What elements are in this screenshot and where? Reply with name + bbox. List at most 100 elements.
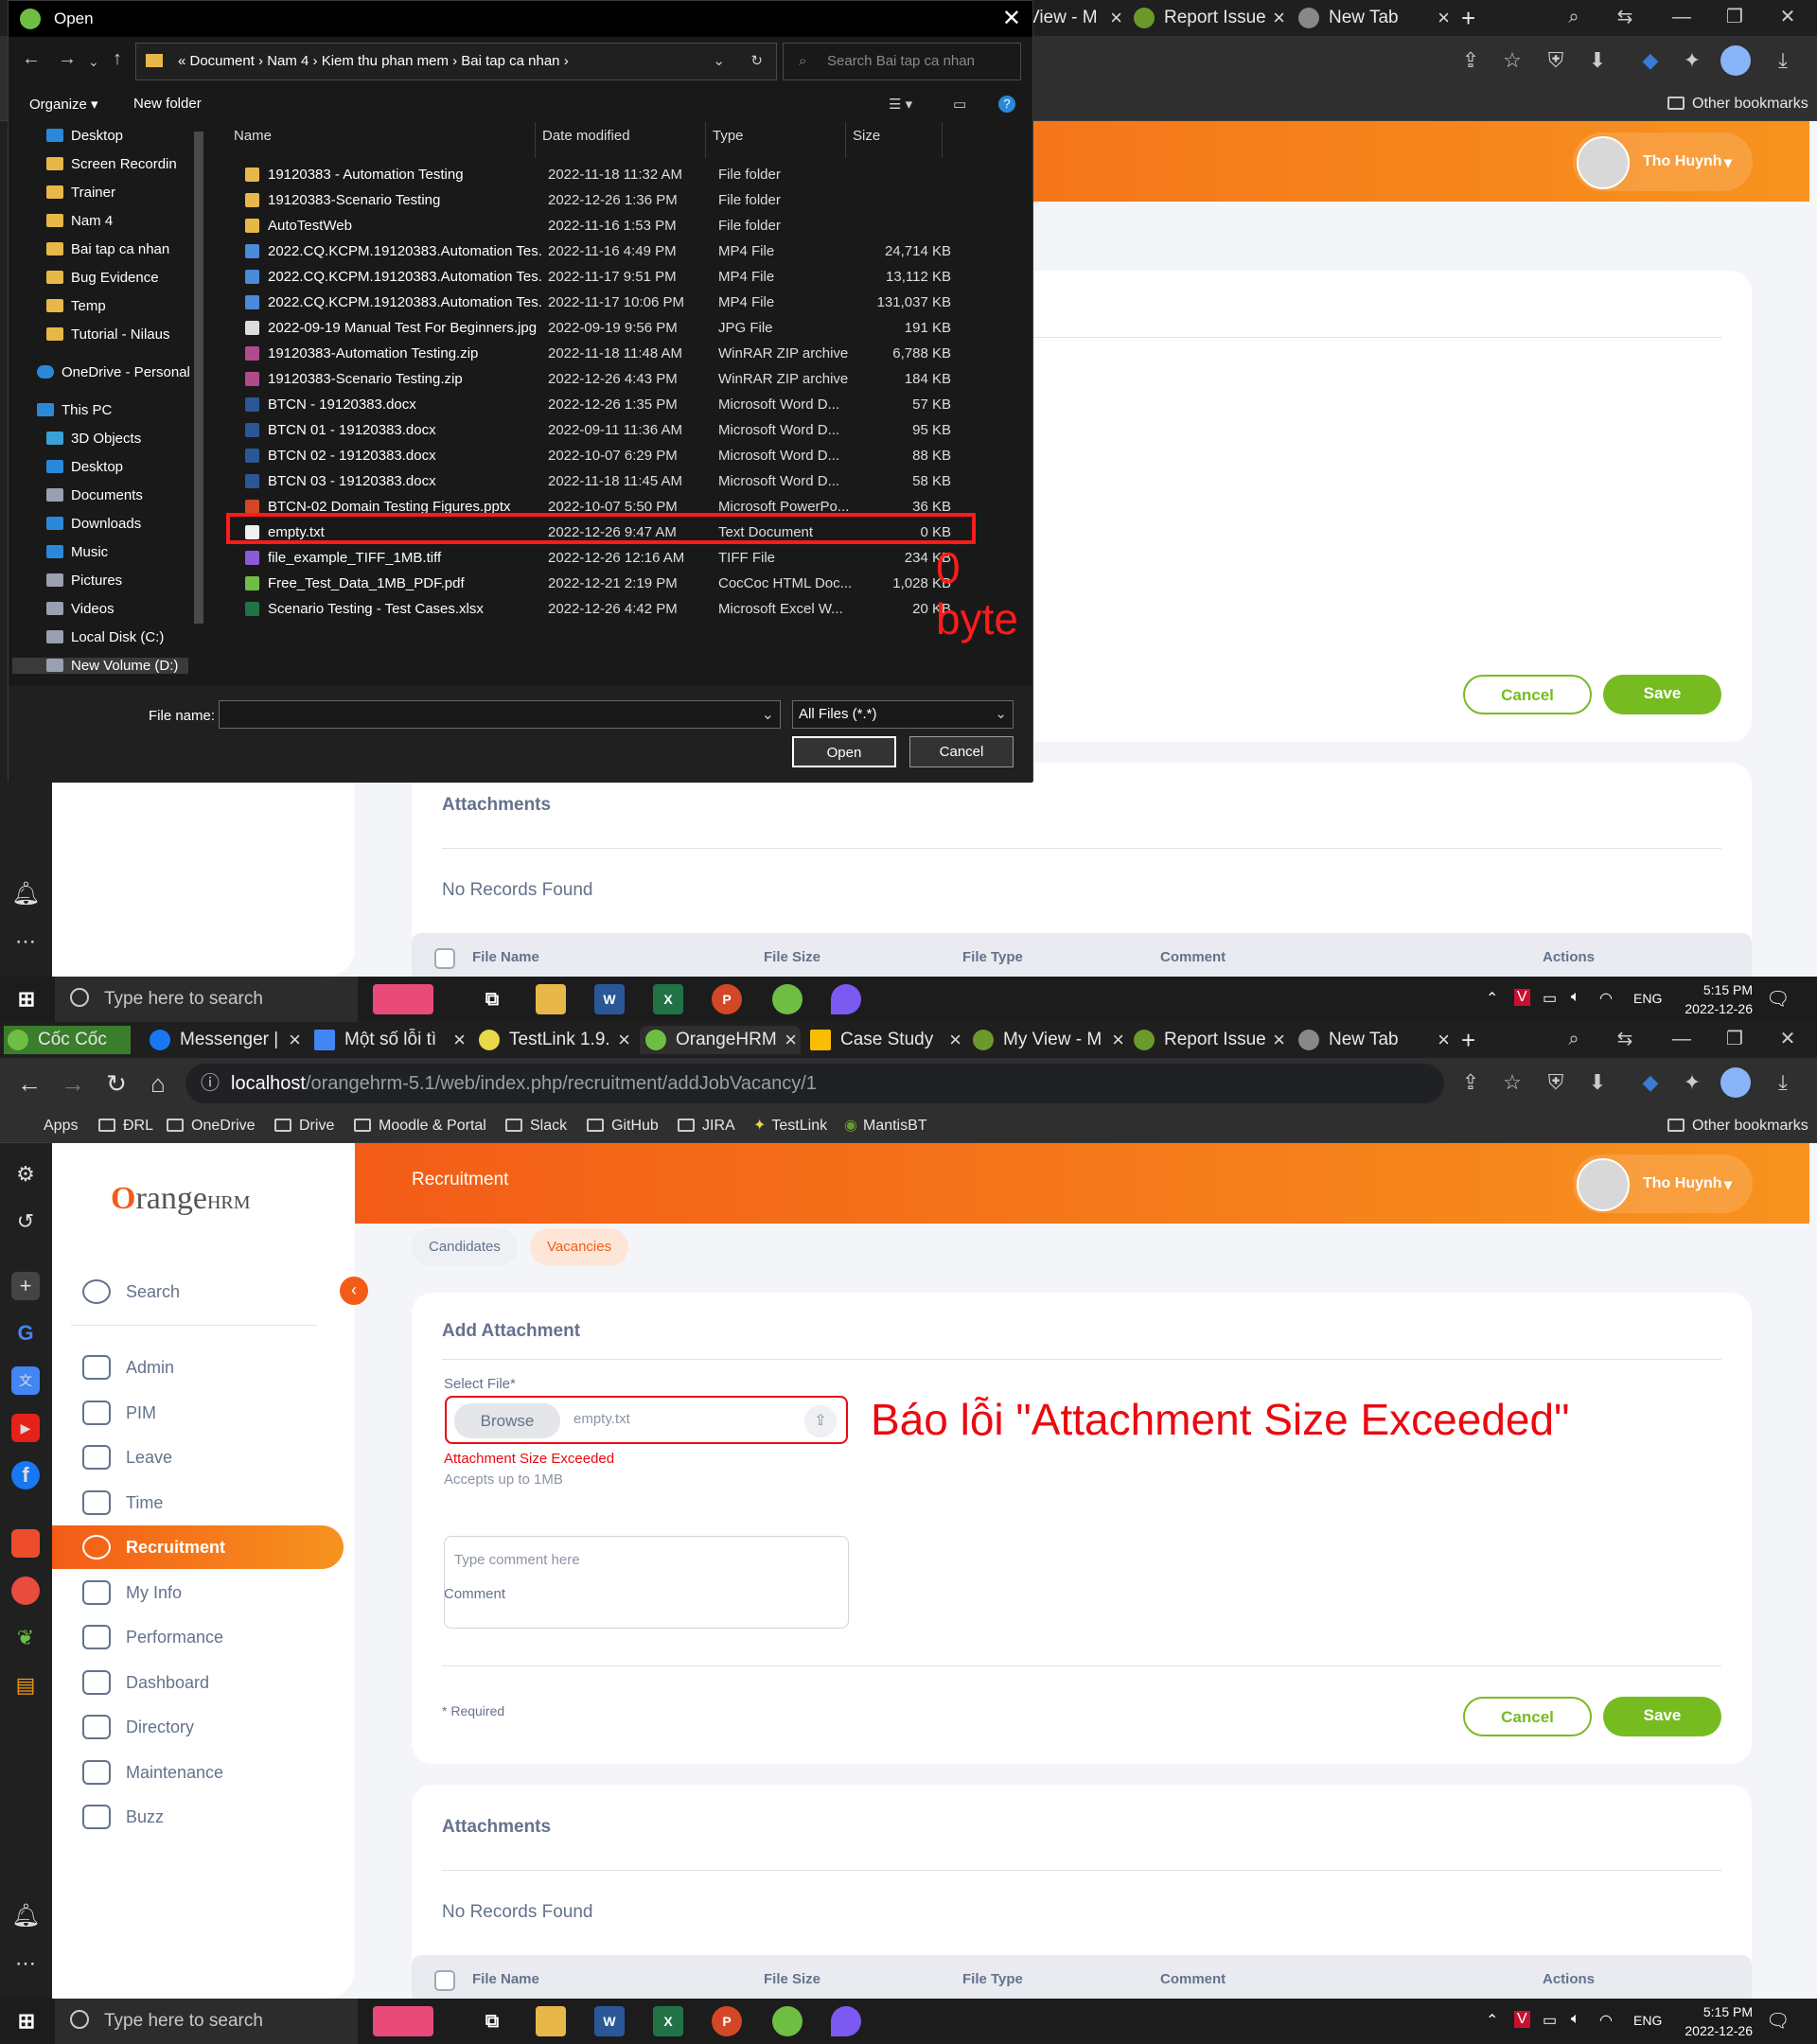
tree-item-onedrive[interactable]: OneDrive - Personal <box>37 364 190 380</box>
file-row[interactable]: 2022.CQ.KCPM.19120383.Automation Tes... 2… <box>232 290 970 315</box>
address-bar[interactable]: ⓘ localhost/orangehrm-5.1/web/index.php/r… <box>185 1064 1444 1103</box>
file-row[interactable]: 19120383-Scenario Testing.zip 2022-12-26 … <box>232 366 970 392</box>
language-indicator[interactable]: ENG <box>1633 991 1662 1006</box>
close-window-icon[interactable]: ✕ <box>1766 1022 1809 1058</box>
close-icon[interactable]: × <box>618 1026 630 1054</box>
new-tab-button[interactable]: + <box>1461 4 1490 32</box>
sidebar-item-admin[interactable]: Admin <box>71 1346 362 1389</box>
sidebar-item-recruitment[interactable]: Recruitment <box>52 1525 344 1569</box>
file-explorer-icon[interactable] <box>536 984 566 1014</box>
refresh-icon[interactable]: ↻ <box>750 44 763 79</box>
sidebar-item-leave[interactable]: Leave <box>71 1436 362 1479</box>
tree-item-temp[interactable]: Temp <box>46 298 106 314</box>
file-row[interactable]: 19120383-Scenario Testing 2022-12-26 1:36… <box>232 187 970 213</box>
help-icon[interactable]: ? <box>998 96 1015 113</box>
downloads-icon[interactable]: ⤓ <box>1768 45 1798 76</box>
wifi-icon[interactable]: ◠ <box>1599 989 1613 1008</box>
file-row[interactable]: BTCN 01 - 19120383.docx 2022-09-11 11:36 … <box>232 417 970 443</box>
tab-coccoc[interactable]: Cốc Cốc <box>4 1026 131 1054</box>
notification-icon[interactable]: 🗨︎ <box>1766 2009 1790 2033</box>
youtube-icon[interactable]: ▶ <box>11 1414 40 1442</box>
wifi-icon[interactable]: ◠ <box>1599 2011 1613 2030</box>
word-icon[interactable]: W <box>594 2006 625 2036</box>
collapse-sidebar-button[interactable]: ‹ <box>340 1277 368 1305</box>
file-row[interactable]: BTCN - 19120383.docx 2022-12-26 1:35 PM Mi… <box>232 392 970 417</box>
file-row[interactable]: Free_Test_Data_1MB_PDF.pdf 2022-12-21 2:1… <box>232 571 970 596</box>
close-icon[interactable]: × <box>1112 1026 1124 1054</box>
shield-icon[interactable]: ⛨ <box>1541 45 1571 76</box>
bookmark-mantisbt[interactable]: ◉ MantisBT <box>844 1115 927 1137</box>
shopee-icon[interactable] <box>11 1529 40 1558</box>
share-icon[interactable]: ⇪ <box>1455 1067 1486 1098</box>
tree-item-bai-tap[interactable]: Bai tap ca nhan <box>46 241 169 257</box>
file-row[interactable]: 19120383-Automation Testing.zip 2022-11-1… <box>232 341 970 366</box>
select-all-checkbox[interactable] <box>434 1970 455 1991</box>
close-window-icon[interactable]: ✕ <box>1766 0 1809 36</box>
tree-item-videos[interactable]: Videos <box>46 601 115 617</box>
file-explorer-icon[interactable] <box>536 2006 566 2036</box>
tree-item-bug-evidence[interactable]: Bug Evidence <box>46 270 159 286</box>
sidebar-item-buzz[interactable]: Buzz <box>71 1795 362 1839</box>
leaf-icon[interactable]: ❦ <box>11 1624 40 1652</box>
antivirus-icon[interactable]: V <box>1514 2011 1530 2028</box>
bitwarden-icon[interactable]: ◆ <box>1635 45 1666 76</box>
app-icon[interactable] <box>11 1577 40 1605</box>
bitwarden-icon[interactable]: ◆ <box>1635 1067 1666 1098</box>
select-all-checkbox[interactable] <box>434 948 455 969</box>
close-icon[interactable]: × <box>1110 4 1122 32</box>
task-view-icon[interactable]: ⧉ <box>477 2006 507 2036</box>
tree-item-3d-objects[interactable]: 3D Objects <box>46 431 141 447</box>
chevron-down-icon[interactable]: ⌄ <box>762 705 774 724</box>
restore-icon[interactable]: ❐ <box>1713 0 1756 36</box>
download-box-icon[interactable]: ⬇ <box>1582 1067 1613 1098</box>
download-box-icon[interactable]: ⬇ <box>1582 45 1613 76</box>
gear-icon[interactable]: ⚙ <box>11 1160 40 1189</box>
file-row[interactable]: file_example_TIFF_1MB.tiff 2022-12-26 12:… <box>232 545 970 571</box>
close-icon[interactable]: × <box>1438 4 1450 32</box>
sidebar-item-dashboard[interactable]: Dashboard <box>71 1661 362 1704</box>
back-icon[interactable]: ← <box>11 1066 47 1101</box>
close-icon[interactable]: × <box>949 1026 961 1054</box>
split-icon[interactable]: ⇆ <box>1603 1022 1647 1058</box>
more-icon[interactable]: ⋯ <box>11 1949 40 1978</box>
file-row[interactable]: 19120383 - Automation Testing 2022-11-18 … <box>232 162 970 187</box>
tab-view[interactable]: View - M × <box>1028 4 1122 32</box>
coccoc-icon[interactable] <box>772 2006 803 2036</box>
extensions-icon[interactable]: ✦ <box>1677 45 1707 76</box>
tab-candidates[interactable]: Candidates <box>412 1228 518 1266</box>
close-icon[interactable]: × <box>1273 1026 1285 1054</box>
split-icon[interactable]: ⇆ <box>1603 0 1647 36</box>
preview-pane-icon[interactable]: ▭ <box>953 96 966 113</box>
add-icon[interactable]: + <box>11 1272 40 1300</box>
excel-icon[interactable]: X <box>653 984 683 1014</box>
reload-icon[interactable]: ↻ <box>98 1066 134 1101</box>
bookmark-jira[interactable]: JIRA <box>678 1115 735 1137</box>
tree-item-downloads[interactable]: Downloads <box>46 516 141 532</box>
tree-item-documents[interactable]: Documents <box>46 487 143 503</box>
extensions-icon[interactable]: ✦ <box>1677 1067 1707 1098</box>
cancel-dialog-button[interactable]: Cancel <box>909 736 1014 767</box>
windows-start-icon[interactable]: ⊞ <box>11 2006 42 2036</box>
tree-item-music[interactable]: Music <box>46 544 108 560</box>
translate-icon[interactable]: 文 <box>11 1366 40 1395</box>
tree-item-new-volume[interactable]: New Volume (D:) <box>12 658 188 674</box>
bookmark-github[interactable]: GitHub <box>587 1115 659 1137</box>
file-type-select[interactable]: All Files (*.*) ⌄ <box>792 700 1014 729</box>
tab-report-issue[interactable]: Report Issue × <box>1134 1026 1285 1054</box>
tab-new-tab[interactable]: New Tab × <box>1298 4 1450 32</box>
close-icon[interactable]: ✕ <box>1002 1 1021 37</box>
sidebar-item-performance[interactable]: Performance <box>71 1615 362 1659</box>
file-row[interactable]: BTCN 02 - 19120383.docx 2022-10-07 6:29 P… <box>232 443 970 468</box>
tab-testlink[interactable]: TestLink 1.9. × <box>479 1026 630 1054</box>
comment-textarea[interactable]: Type comment here <box>444 1536 849 1629</box>
profile-icon[interactable] <box>1720 45 1751 76</box>
sidebar-search[interactable]: Search <box>71 1270 362 1313</box>
restore-icon[interactable]: ❐ <box>1713 1022 1756 1058</box>
tab-search-icon[interactable]: ⌕ <box>1552 1022 1596 1058</box>
excel-icon[interactable]: X <box>653 2006 683 2036</box>
sidebar-item-pim[interactable]: PIM <box>71 1391 362 1435</box>
droplet-app-icon[interactable] <box>831 984 861 1014</box>
col-name[interactable]: Name <box>234 128 272 144</box>
chevron-up-icon[interactable]: ⌃ <box>1486 2011 1498 2030</box>
tree-item-desktop-2[interactable]: Desktop <box>46 459 123 475</box>
